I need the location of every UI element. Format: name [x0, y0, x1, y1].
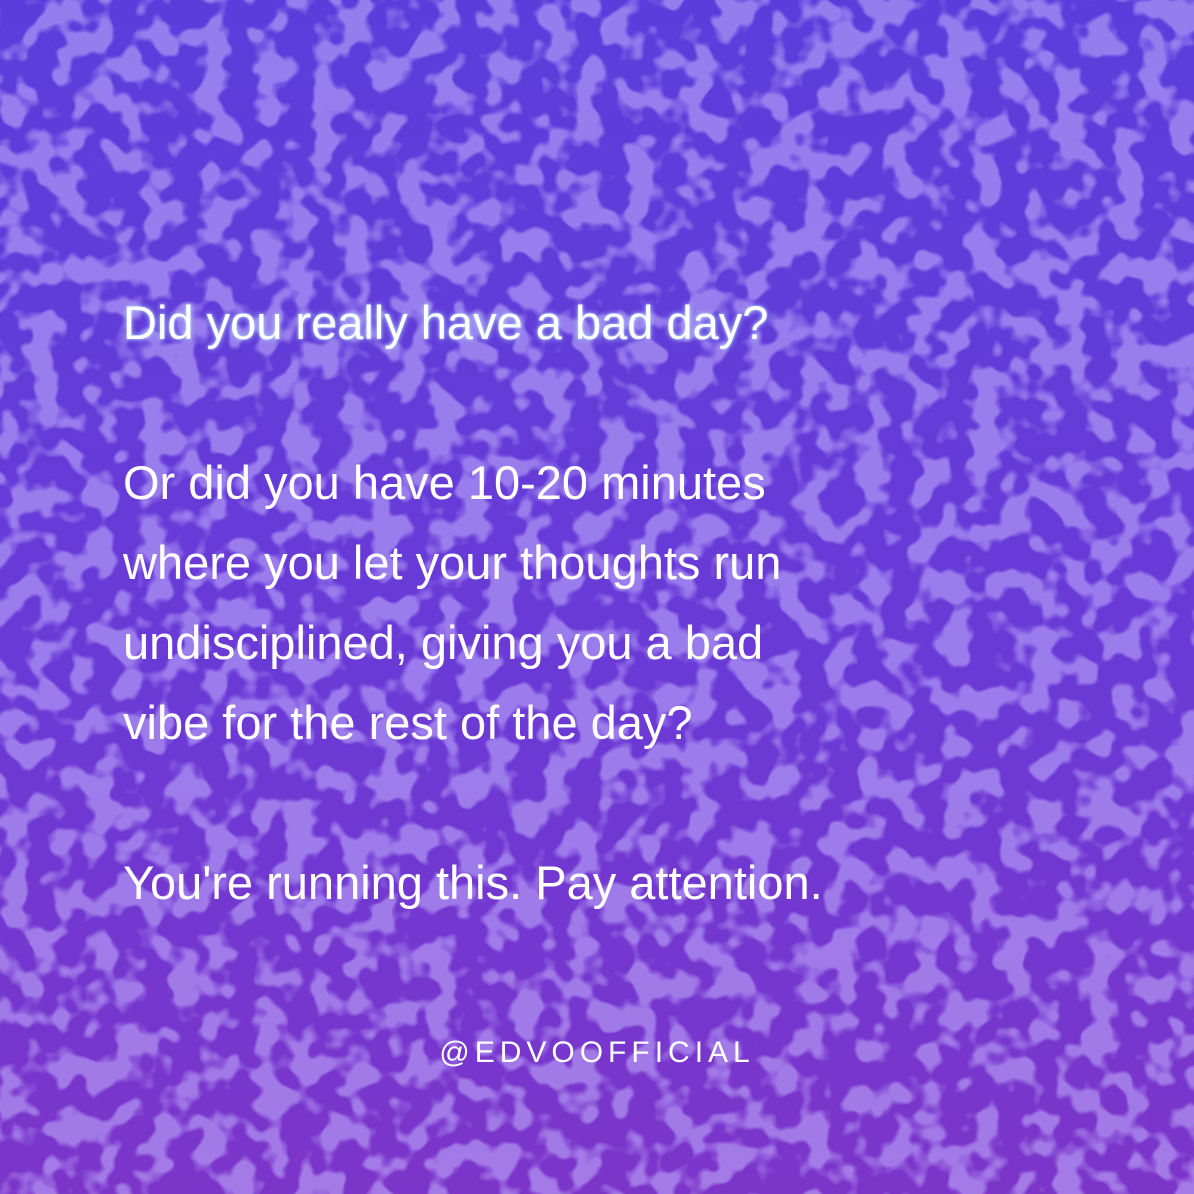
- quote-line: where you let your thoughts run: [123, 536, 782, 589]
- quote-block: Did you really have a bad day? Or did yo…: [123, 283, 1123, 923]
- quote-line: vibe for the rest of the day?: [123, 696, 693, 749]
- quote-closing: You're running this. Pay attention.: [123, 856, 823, 909]
- quote-line: undisciplined, giving you a bad: [123, 616, 764, 669]
- account-handle: @EDVOOFFICIAL: [439, 1036, 755, 1069]
- quote-line: Or did you have 10-20 minutes: [123, 456, 766, 509]
- quote-question: Did you really have a bad day?: [123, 296, 769, 349]
